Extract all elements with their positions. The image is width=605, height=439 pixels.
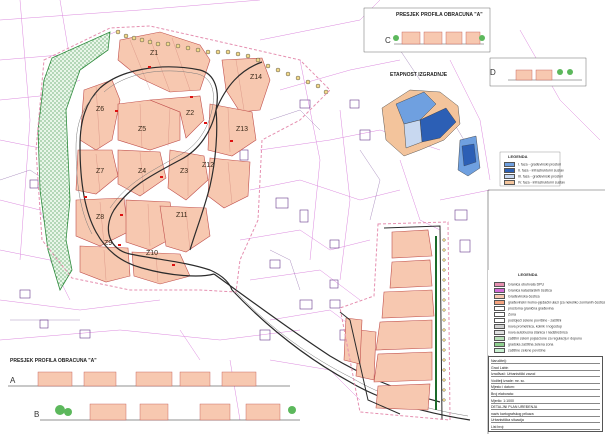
zone-label-Z10: Z10	[146, 250, 159, 257]
zone-label-Z8: Z8	[96, 214, 105, 221]
legend-label: Zona	[508, 312, 516, 317]
section-label-C: C	[385, 36, 391, 45]
legend-swatch	[494, 342, 505, 347]
zone-label-Z2: Z2	[186, 110, 195, 117]
zone-label-Z5: Z5	[138, 126, 147, 133]
legend-item: nova autobusna stanica i nadstrešnica	[494, 330, 568, 335]
legend-item: nova prometnica, kolnik i nogostup	[494, 324, 562, 329]
title-block-row: naziv kartografskog prikaza	[491, 412, 600, 417]
zone-label-Z6: Z6	[96, 106, 105, 113]
title-block-row: List broj:	[491, 425, 600, 430]
phase-legend-label: II. faza - infrastrukturni sustav	[518, 168, 564, 173]
map-sheet: PRESJEK PROFILA OBRACUNA "A" PRESJEK PRO…	[0, 0, 605, 434]
legend-label: Građevinska čestica	[508, 294, 540, 299]
phase-swatch	[504, 174, 515, 179]
zone-label-Z12: Z12	[202, 162, 215, 169]
zone-label-Z3: Z3	[180, 168, 189, 175]
legend-label: prostorna granična građevina	[508, 306, 554, 311]
legend-swatch	[494, 282, 505, 287]
phase-swatch	[504, 180, 515, 185]
legend-swatch	[494, 348, 505, 353]
legend-item: postojeći zelene površine - zaštitni	[494, 318, 561, 323]
legend-swatch	[494, 294, 505, 299]
legend-label: gradska zaštitna zelena zona	[508, 342, 554, 347]
title-block-row: Mjesto i datum:	[491, 385, 600, 391]
legend-label: Granica obuhvata DPU	[508, 282, 544, 287]
zone-label-Z14: Z14	[250, 74, 263, 81]
legend-title: LEGENDA	[518, 272, 538, 277]
legend-label: postojeći zelene površine - zaštitni	[508, 318, 562, 323]
legend-item: prostorna granična građevina	[494, 306, 554, 311]
section-top-title: PRESJEK PROFILA OBRACUNA "A"	[396, 12, 483, 18]
legend-label: Granica katastarskih čestica	[508, 288, 552, 293]
title-block-row: Izrađivač: Urbanistički zavod	[491, 372, 600, 378]
legend-item: Granica obuhvata DPU	[494, 282, 544, 287]
legend-item: Zona	[494, 312, 516, 317]
phase-legend-label: I. faza - građevinski prostori	[518, 162, 561, 167]
title-block-row: Grad Labin	[491, 366, 600, 371]
phase-legend-item: III. faza - građevinski prostori	[504, 174, 563, 179]
legend-swatch	[494, 306, 505, 311]
phase-legend-label: IV. faza - infrastrukturni sustav	[518, 180, 565, 185]
title-block-row: Voditelj izrade: mr. sc.	[491, 379, 600, 384]
legend-swatch	[494, 330, 505, 335]
legend-item: Granica katastarskih čestica	[494, 288, 552, 293]
section-A-blocks	[37, 371, 257, 387]
section-C-blocks	[401, 31, 481, 45]
zone-label-Z9: Z9	[104, 240, 113, 247]
legend-swatch	[494, 300, 505, 305]
section-bottom-title: PRESJEK PROFILA OBRACUNA "A"	[10, 358, 97, 364]
legend-swatch	[494, 312, 505, 317]
legend-label: nova autobusna stanica i nadstrešnica	[508, 330, 568, 335]
right-cluster-plots	[343, 229, 435, 411]
right-tree-row	[442, 238, 446, 402]
phase-legend-label: III. faza - građevinski prostori	[518, 174, 563, 179]
zone-label-Z1: Z1	[150, 50, 159, 57]
legend-swatch	[494, 318, 505, 323]
legend-item: zaštitne zelene površine	[494, 348, 546, 353]
zone-label-Z13: Z13	[236, 126, 249, 133]
title-block-row: Mjerilo: 1:1000	[491, 399, 600, 404]
legend-label: nova prometnica, kolnik i nogostup	[508, 324, 562, 329]
phase-swatch	[504, 162, 515, 167]
phasing-minimap	[381, 89, 481, 177]
zone-label-Z4: Z4	[138, 168, 147, 175]
legend-label: zaštitni zeleni pojas/zone za regulaciju…	[508, 336, 582, 341]
legend-swatch	[494, 324, 505, 329]
legend-item: gradska zaštitna zelena zona	[494, 342, 553, 347]
legend-swatch	[494, 288, 505, 293]
legend-item: zaštitni zeleni pojas/zone za regulaciju…	[494, 336, 582, 341]
title-block: Naručitelj: Grad Labin Izrađivač: Urbanist…	[488, 356, 603, 432]
zone-label-Z7: Z7	[96, 168, 105, 175]
section-label-B: B	[34, 410, 40, 419]
legend-item: Građevinska čestica	[494, 294, 540, 299]
phase-legend-item: I. faza - građevinski prostori	[504, 162, 561, 167]
legend-panel: LEGENDA Granica obuhvata DPU Granica kata…	[488, 270, 605, 355]
legend-item: građevinski i kolno-pješački ulazi (za n…	[494, 300, 605, 305]
title-block-row: DETALJNI PLAN UREĐENJA	[491, 405, 600, 411]
phases-legend-title: LEGENDA	[508, 154, 528, 159]
legend-swatch	[494, 336, 505, 341]
section-label-A: A	[10, 376, 16, 385]
legend-label: zaštitne zelene površine	[508, 348, 546, 353]
zone-label-Z11: Z11	[176, 212, 188, 219]
section-label-D: D	[490, 68, 496, 77]
phases-title: ETAPNOST IZGRADNJE	[390, 72, 448, 78]
legend-label: građevinski i kolno-pješački ulazi (za n…	[508, 300, 605, 305]
section-B-blocks	[89, 403, 281, 421]
phase-legend-item: IV. faza - infrastrukturni sustav	[504, 180, 565, 185]
phase-legend-item: II. faza - infrastrukturni sustav	[504, 168, 564, 173]
title-block-row: Broj elaborata:	[491, 392, 600, 397]
phase-swatch	[504, 168, 515, 173]
title-block-row: Urbanistička situacija	[491, 418, 600, 424]
title-block-row: Naručitelj:	[491, 359, 600, 364]
